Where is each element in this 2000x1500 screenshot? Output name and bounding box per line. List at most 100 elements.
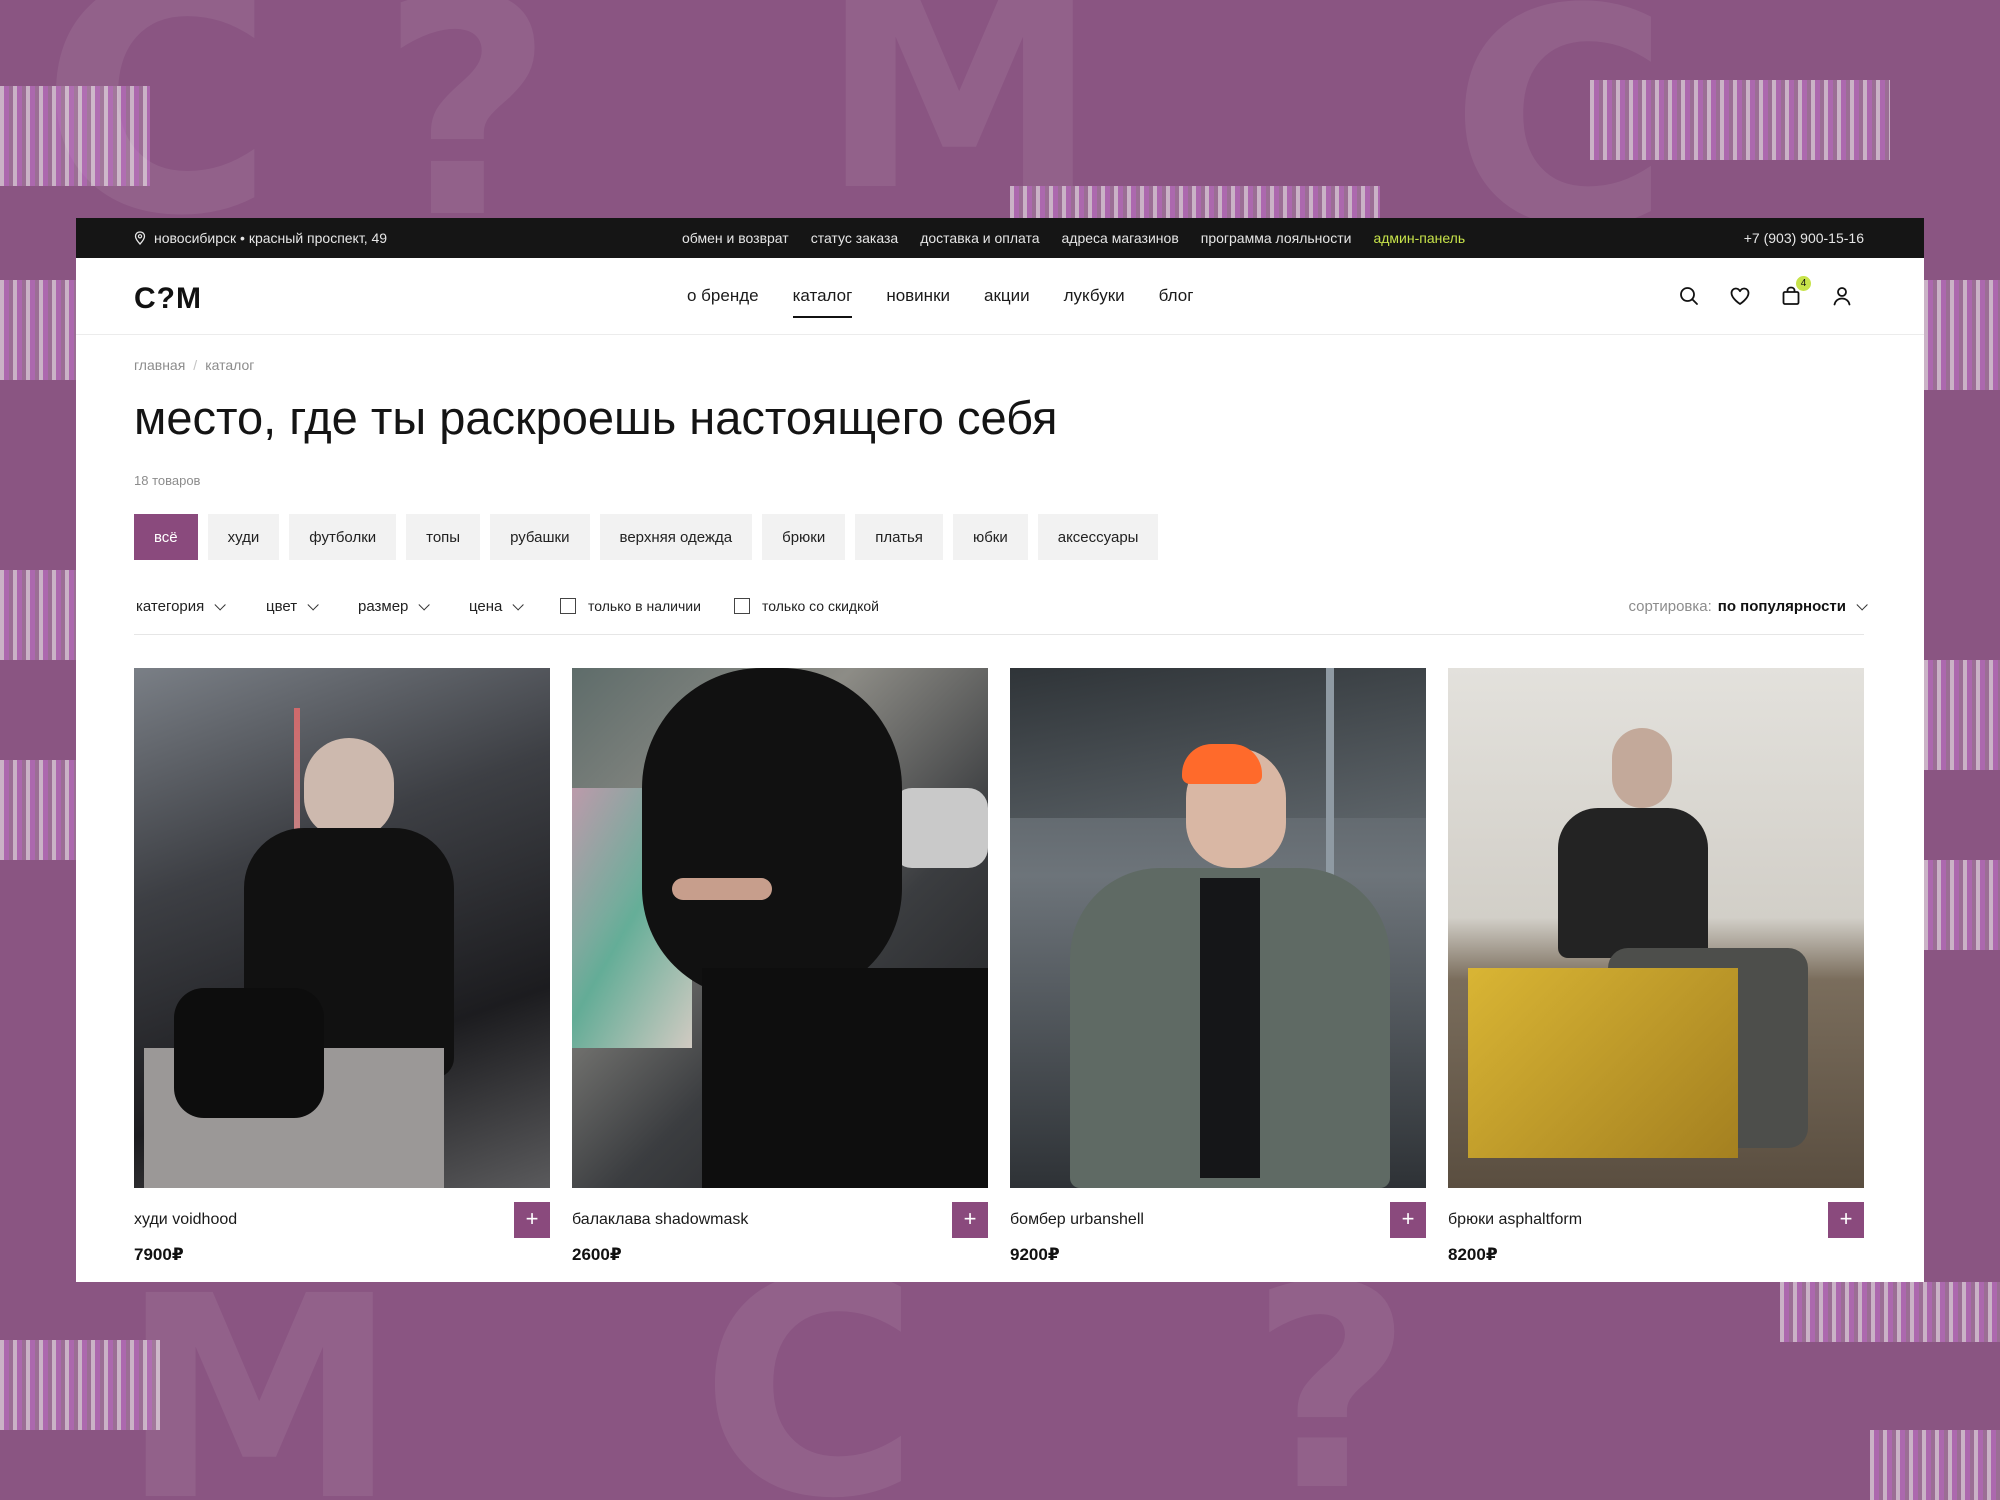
- brand-logo[interactable]: C?M: [134, 282, 202, 316]
- product-price: 7900₽: [134, 1245, 184, 1264]
- filter-color-dropdown[interactable]: цвет: [266, 598, 319, 615]
- product-name[interactable]: балаклава shadowmask: [572, 1211, 748, 1229]
- sort-dropdown[interactable]: сортировка: по популярности: [1628, 598, 1868, 615]
- product-image[interactable]: [1010, 668, 1426, 1188]
- utility-links: обмен и возврат статус заказа доставка и…: [682, 230, 1465, 246]
- page-title: место, где ты раскроешь настоящего себя: [134, 391, 1058, 444]
- link-admin-panel[interactable]: админ-панель: [1373, 230, 1465, 246]
- product-image[interactable]: [1448, 668, 1864, 1188]
- nav-blog[interactable]: блог: [1159, 286, 1194, 306]
- chevron-down-icon: [307, 598, 319, 611]
- chip-trousers[interactable]: брюки: [762, 514, 846, 560]
- cart-icon[interactable]: 4: [1779, 276, 1811, 308]
- chevron-down-icon: [214, 598, 227, 611]
- background-stripe: [1010, 186, 1380, 218]
- header-actions: 4: [1677, 276, 1854, 308]
- product-card[interactable]: балаклава shadowmask 2600₽ +: [572, 668, 988, 1264]
- store-address[interactable]: новосибирск • красный проспект, 49: [134, 230, 387, 246]
- nav-lookbooks[interactable]: лукбуки: [1064, 286, 1125, 306]
- filter-size-dropdown[interactable]: размер: [358, 598, 431, 615]
- category-chips: всё худи футболки топы рубашки верхняя о…: [134, 514, 1159, 560]
- add-to-cart-button[interactable]: +: [952, 1202, 988, 1238]
- chip-shirts[interactable]: рубашки: [490, 514, 590, 560]
- background-stripe: [0, 280, 76, 380]
- filter-label: размер: [358, 598, 409, 615]
- main-header: C?M о бренде каталог новинки акции лукбу…: [76, 258, 1924, 335]
- phone-number[interactable]: +7 (903) 900-15-16: [1744, 230, 1864, 246]
- nav-catalog[interactable]: каталог: [792, 286, 852, 318]
- background-stripe: [1590, 80, 1890, 160]
- nav-promotions[interactable]: акции: [984, 286, 1030, 306]
- breadcrumb-home[interactable]: главная: [134, 357, 185, 373]
- breadcrumb: главная / каталог: [134, 357, 254, 373]
- chip-tops[interactable]: топы: [406, 514, 481, 560]
- product-name[interactable]: бомбер urbanshell: [1010, 1211, 1144, 1229]
- filters-row: категория цвет размер цена только в нали…: [136, 590, 1868, 626]
- heart-icon[interactable]: [1728, 284, 1752, 308]
- filters-divider: [134, 634, 1864, 635]
- product-name[interactable]: худи voidhood: [134, 1211, 237, 1229]
- address-text: новосибирск • красный проспект, 49: [154, 230, 388, 246]
- chevron-down-icon: [1856, 598, 1868, 611]
- product-card[interactable]: худи voidhood 7900₽ +: [134, 668, 550, 1264]
- checkbox-box[interactable]: [734, 598, 750, 614]
- checkbox-label: только со скидкой: [762, 598, 879, 614]
- product-image[interactable]: [134, 668, 550, 1188]
- product-count: 18 товаров: [134, 473, 201, 488]
- background-stripe: [0, 570, 76, 660]
- background-pattern: M: [120, 1237, 399, 1500]
- filter-in-stock-checkbox[interactable]: только в наличии: [560, 598, 701, 614]
- sort-value: по популярности: [1717, 598, 1846, 615]
- user-icon[interactable]: [1830, 284, 1854, 308]
- chip-accessories[interactable]: аксессуары: [1037, 514, 1159, 560]
- checkbox-label: только в наличии: [588, 598, 701, 614]
- breadcrumb-separator: /: [193, 357, 198, 373]
- add-to-cart-button[interactable]: +: [514, 1202, 550, 1238]
- product-image[interactable]: [572, 668, 988, 1188]
- background-stripe: [0, 86, 150, 186]
- link-store-addresses[interactable]: адреса магазинов: [1062, 230, 1179, 246]
- filter-label: цвет: [266, 598, 298, 615]
- background-pattern: ?: [1250, 1227, 1413, 1500]
- background-stripe: [1780, 1282, 2000, 1342]
- product-price: 9200₽: [1010, 1245, 1060, 1264]
- chip-dresses[interactable]: платья: [855, 514, 943, 560]
- product-price: 2600₽: [572, 1245, 622, 1264]
- browser-page: новосибирск • красный проспект, 49 обмен…: [76, 218, 1924, 1282]
- chip-skirts[interactable]: юбки: [952, 514, 1028, 560]
- add-to-cart-button[interactable]: +: [1828, 1202, 1864, 1238]
- link-exchange-return[interactable]: обмен и возврат: [682, 230, 789, 246]
- product-grid: худи voidhood 7900₽ + балаклава shadowma…: [134, 668, 1864, 1264]
- background-stripe: [1924, 660, 2000, 770]
- filter-discount-checkbox[interactable]: только со скидкой: [734, 598, 879, 614]
- product-price: 8200₽: [1448, 1245, 1498, 1264]
- main-nav: о бренде каталог новинки акции лукбуки б…: [687, 258, 1193, 334]
- cart-count-badge: 4: [1796, 276, 1811, 291]
- filter-price-dropdown[interactable]: цена: [469, 598, 525, 615]
- chip-outerwear[interactable]: верхняя одежда: [599, 514, 753, 560]
- link-loyalty-program[interactable]: программа лояльности: [1201, 230, 1352, 246]
- chip-hoodies[interactable]: худи: [207, 514, 280, 560]
- background-stripe: [1870, 1430, 2000, 1500]
- sort-label: сортировка:: [1628, 598, 1712, 615]
- link-order-status[interactable]: статус заказа: [811, 230, 899, 246]
- chevron-down-icon: [418, 598, 431, 611]
- breadcrumb-current: каталог: [205, 357, 255, 373]
- nav-new-arrivals[interactable]: новинки: [886, 286, 950, 306]
- product-card[interactable]: бомбер urbanshell 9200₽ +: [1010, 668, 1426, 1264]
- product-card[interactable]: брюки asphaltform 8200₽ +: [1448, 668, 1864, 1264]
- product-name[interactable]: брюки asphaltform: [1448, 1211, 1582, 1229]
- add-to-cart-button[interactable]: +: [1390, 1202, 1426, 1238]
- filter-category-dropdown[interactable]: категория: [136, 598, 227, 615]
- checkbox-box[interactable]: [560, 598, 576, 614]
- search-icon[interactable]: [1677, 284, 1701, 308]
- chip-tshirts[interactable]: футболки: [289, 514, 397, 560]
- nav-about-brand[interactable]: о бренде: [687, 286, 759, 306]
- chip-all[interactable]: всё: [134, 514, 198, 560]
- location-pin-icon: [134, 231, 146, 245]
- background-stripe: [0, 1340, 160, 1430]
- chevron-down-icon: [512, 598, 525, 611]
- link-delivery-payment[interactable]: доставка и оплата: [920, 230, 1039, 246]
- background-stripe: [1924, 280, 2000, 390]
- top-utility-bar: новосибирск • красный проспект, 49 обмен…: [76, 218, 1924, 258]
